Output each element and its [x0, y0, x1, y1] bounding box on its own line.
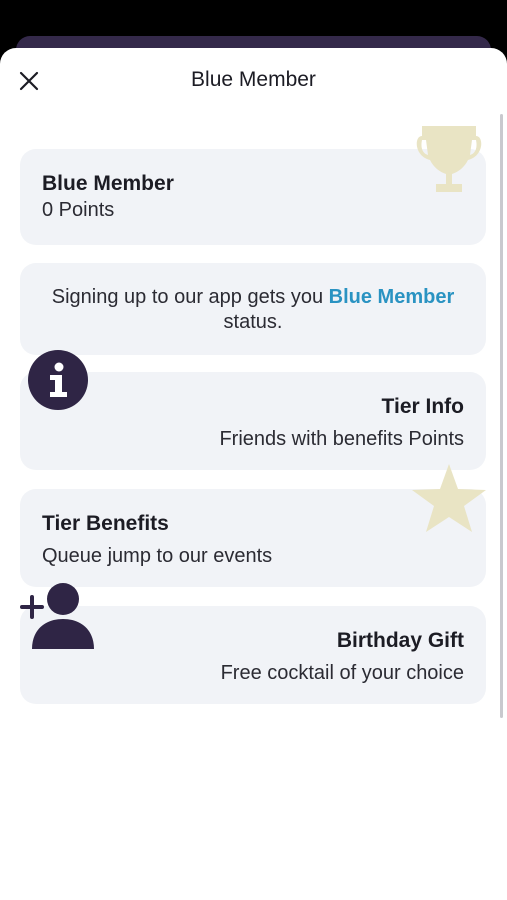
member-sheet: Blue Member Blue Member 0 Points Signing…	[0, 48, 507, 900]
birthday-gift-subtitle: Free cocktail of your choice	[220, 662, 464, 684]
scrollbar[interactable]	[500, 114, 503, 718]
points-value: 0 Points	[42, 199, 115, 221]
tier-benefits-subtitle: Queue jump to our events	[42, 545, 273, 567]
signup-tier-highlight: Blue Member	[328, 286, 455, 308]
signup-message: Signing up to our app gets you Blue Memb…	[50, 285, 456, 335]
sheet-title: Blue Member	[191, 68, 316, 91]
info-icon	[28, 350, 88, 410]
star-icon	[412, 464, 486, 532]
tier-info-subtitle: Friends with benefits Points	[219, 428, 464, 450]
add-user-icon	[20, 583, 94, 649]
trophy-icon	[416, 126, 482, 192]
signup-card: Signing up to our app gets you Blue Memb…	[20, 263, 486, 355]
signup-text-prefix: Signing up to our app gets you	[51, 286, 329, 308]
tier-info-card[interactable]: Tier Info Friends with benefits Points	[20, 372, 486, 470]
signup-text-suffix: status.	[223, 311, 283, 333]
